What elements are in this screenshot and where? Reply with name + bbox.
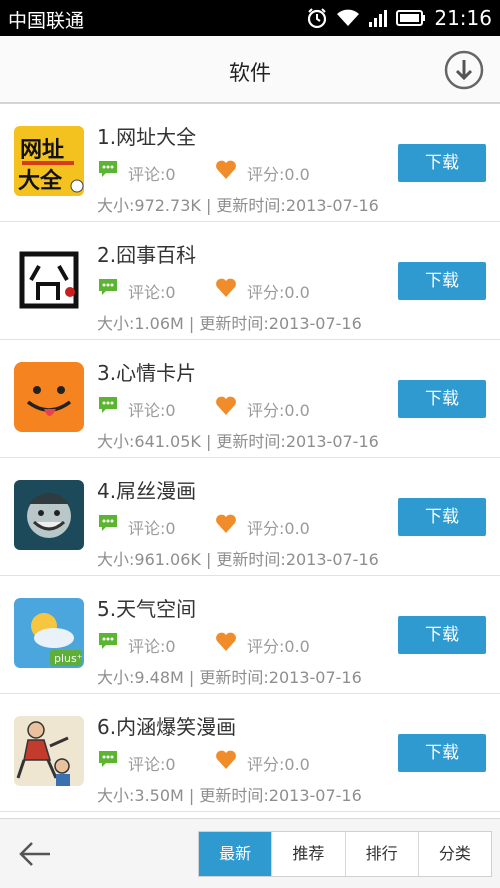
tab-categories[interactable]: 分类 <box>417 832 491 876</box>
heart-icon <box>215 632 237 656</box>
comment-icon <box>97 749 119 773</box>
comment-icon <box>97 277 119 301</box>
heart-icon <box>215 160 237 184</box>
comment-count: 评论:0 <box>128 519 176 538</box>
download-button[interactable]: 下载 <box>398 144 486 182</box>
comment-count: 评论:0 <box>128 401 176 420</box>
comment-count: 评论:0 <box>128 755 176 774</box>
category-tabs: 最新 推荐 排行 分类 <box>198 831 492 877</box>
app-list: 网址 大全 1.网址大全 评论:0 评分:0.0 大小:972.73K | 更新… <box>0 104 500 818</box>
app-size-date: 大小:1.06M | 更新时间:2013-07-16 <box>97 314 362 333</box>
app-icon-jiongshi <box>14 244 84 314</box>
download-circle-icon <box>444 50 484 90</box>
download-button[interactable]: 下载 <box>398 616 486 654</box>
app-stats: 评论:0 评分:0.0 <box>97 159 397 184</box>
rating-score: 评分:0.0 <box>247 401 310 420</box>
app-name: 4.屌丝漫画 <box>97 479 197 503</box>
heart-icon <box>215 278 237 302</box>
app-icon-neihan <box>14 716 84 786</box>
tab-ranking[interactable]: 排行 <box>344 832 418 876</box>
clock: 21:16 <box>434 6 492 30</box>
app-icon-tianqi: plus⁺ <box>14 598 84 668</box>
app-stats: 评论:0 评分:0.0 <box>97 395 397 420</box>
comment-count: 评论:0 <box>128 283 176 302</box>
download-button[interactable]: 下载 <box>398 262 486 300</box>
comment-icon <box>97 513 119 537</box>
back-button[interactable] <box>16 836 56 872</box>
list-item[interactable]: 6.内涵爆笑漫画 评论:0 评分:0.0 大小:3.50M | 更新时间:201… <box>0 694 500 812</box>
rating-score: 评分:0.0 <box>247 165 310 184</box>
app-icon-xinqing <box>14 362 84 432</box>
bottom-bar: 最新 推荐 排行 分类 <box>0 818 500 888</box>
plus-badge: plus⁺ <box>54 652 83 665</box>
page-title: 软件 <box>229 61 271 85</box>
app-size-date: 大小:3.50M | 更新时间:2013-07-16 <box>97 786 362 805</box>
app-name: 5.天气空间 <box>97 597 197 621</box>
comment-icon <box>97 631 119 655</box>
battery-icon <box>396 9 426 27</box>
logo-text-1: 网址 <box>20 138 64 163</box>
app-size-date: 大小:641.05K | 更新时间:2013-07-16 <box>97 432 379 451</box>
status-icons: 21:16 <box>306 5 492 31</box>
alarm-icon <box>306 7 328 29</box>
back-arrow-icon <box>19 842 50 866</box>
app-stats: 评论:0 评分:0.0 <box>97 749 397 774</box>
logo-text-2: 大全 <box>18 168 63 194</box>
rating-score: 评分:0.0 <box>247 755 310 774</box>
comment-icon <box>97 159 119 183</box>
list-item[interactable]: 3.心情卡片 评论:0 评分:0.0 大小:641.05K | 更新时间:201… <box>0 340 500 458</box>
app-icon-diaosi <box>14 480 84 550</box>
carrier-name: 中国联通 <box>8 10 85 32</box>
download-button[interactable]: 下载 <box>398 734 486 772</box>
signal-icon <box>368 8 388 28</box>
app-size-date: 大小:961.06K | 更新时间:2013-07-16 <box>97 550 379 569</box>
app-name: 6.内涵爆笑漫画 <box>97 715 237 739</box>
rating-score: 评分:0.0 <box>247 283 310 302</box>
download-button[interactable]: 下载 <box>398 498 486 536</box>
list-item[interactable]: 网址 大全 1.网址大全 评论:0 评分:0.0 大小:972.73K | 更新… <box>0 104 500 222</box>
heart-icon <box>215 750 237 774</box>
comment-count: 评论:0 <box>128 165 176 184</box>
app-stats: 评论:0 评分:0.0 <box>97 277 397 302</box>
list-item[interactable]: 2.囧事百科 评论:0 评分:0.0 大小:1.06M | 更新时间:2013-… <box>0 222 500 340</box>
app-icon-wangzhi: 网址 大全 <box>14 126 84 196</box>
heart-icon <box>215 396 237 420</box>
comment-icon <box>97 395 119 419</box>
app-stats: 评论:0 评分:0.0 <box>97 631 397 656</box>
app-stats: 评论:0 评分:0.0 <box>97 513 397 538</box>
app-name: 1.网址大全 <box>97 125 197 149</box>
list-item[interactable]: 4.屌丝漫画 评论:0 评分:0.0 大小:961.06K | 更新时间:201… <box>0 458 500 576</box>
wifi-icon <box>336 8 360 28</box>
app-size-date: 大小:9.48M | 更新时间:2013-07-16 <box>97 668 362 687</box>
app-name: 2.囧事百科 <box>97 243 197 267</box>
list-item[interactable]: plus⁺ 5.天气空间 评论:0 评分:0.0 大小:9.48M | 更新时间… <box>0 576 500 694</box>
rating-score: 评分:0.0 <box>247 519 310 538</box>
status-bar: 中国联通 21:16 <box>0 0 500 36</box>
heart-icon <box>215 514 237 538</box>
tab-newest[interactable]: 最新 <box>199 832 272 876</box>
rating-score: 评分:0.0 <box>247 637 310 656</box>
download-manager-button[interactable] <box>444 50 484 90</box>
app-header: 软件 <box>0 36 500 104</box>
app-size-date: 大小:972.73K | 更新时间:2013-07-16 <box>97 196 379 215</box>
app-name: 3.心情卡片 <box>97 361 197 385</box>
tab-recommended[interactable]: 推荐 <box>271 832 344 876</box>
comment-count: 评论:0 <box>128 637 176 656</box>
download-button[interactable]: 下载 <box>398 380 486 418</box>
